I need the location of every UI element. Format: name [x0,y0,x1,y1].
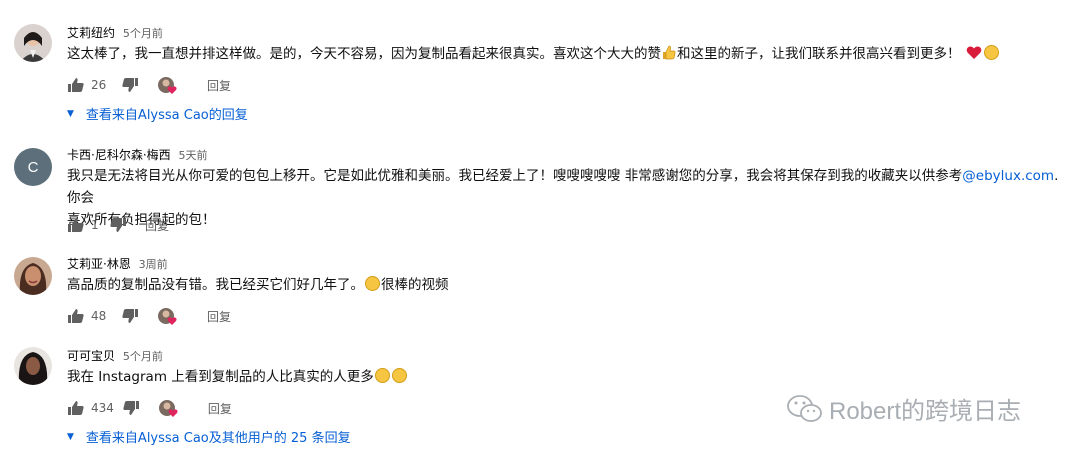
wechat-icon [787,394,822,422]
like-count: 48 [91,309,107,323]
heart-emoji-icon [966,45,982,60]
comment-toolbar: 1 回复 [67,215,169,235]
like-icon[interactable] [67,217,85,233]
watermark: Robert的跨境日志 [787,391,1021,426]
avatar[interactable]: C [14,148,52,186]
comment-text: 这太棒了，我一直想并排这样做。是的，今天不容易，因为复制品看起来很真实。喜欢这个… [67,43,1067,65]
laughing-emoji-icon [391,368,407,383]
comment-link[interactable]: @ebylux.com [962,168,1054,184]
dislike-icon[interactable] [121,77,139,93]
author-name[interactable]: 卡西·尼科尔森·梅西 [67,148,171,162]
comment-toolbar: 434 回复 [67,398,232,418]
avatar[interactable] [14,347,52,385]
comment-toolbar: 26 回复 [67,75,231,95]
reply-button[interactable]: 回复 [207,77,231,94]
comment-text-part: 我在 Instagram 上看到复制品的人比真实的人更多 [67,369,374,385]
author-name[interactable]: 可可宝贝 [67,349,115,363]
smile-emoji-icon [365,276,380,291]
like-count: 1 [91,218,99,232]
thumbs-up-emoji-icon [662,45,676,60]
like-icon[interactable] [67,77,85,93]
like-count: 26 [91,78,107,92]
caret-down-icon: ▼ [67,431,74,442]
comment-text-part: 很棒的视频 [381,277,449,293]
creator-heart-icon [157,76,177,94]
view-replies-button[interactable]: ▼ 查看来自Alyssa Cao的回复 [67,104,248,123]
avatar-letter: C [27,158,39,176]
comment-text-part: 我只是无法将目光从你可爱的包包上移开。它是如此优雅和美丽。我已经爱上了！嗖嗖嗖嗖… [67,168,963,184]
face-emoji-icon [983,45,999,60]
comment-text-part: 这太棒了，我一直想并排这样做。是的，今天不容易，因为复制品看起来很真实。喜欢这个… [67,46,661,62]
view-replies-label: 查看来自Alyssa Cao的回复 [85,108,248,123]
comment-text: 高品质的复制品没有错。我已经买它们好几年了。 很棒的视频 [67,274,1067,296]
reply-button[interactable]: 回复 [207,308,231,325]
avatar[interactable] [14,257,52,295]
dislike-icon[interactable] [121,308,139,324]
avatar[interactable] [14,24,52,62]
comment-time[interactable]: 5个月前 [123,350,163,363]
reply-button[interactable]: 回复 [145,217,169,234]
dislike-icon[interactable] [109,217,127,233]
like-count: 434 [91,401,114,415]
comment-time[interactable]: 3周前 [139,258,168,271]
watermark-text: Robert的跨境日志 [829,398,1022,425]
creator-heart-icon [157,307,177,325]
comment-text: 我在 Instagram 上看到复制品的人比真实的人更多 [67,366,1067,388]
author-name[interactable]: 艾莉纽约 [67,26,115,40]
comment-header: 艾莉亚·林恩 3周前 [67,255,168,272]
creator-heart-icon [158,399,178,417]
comment-header: 可可宝贝 5个月前 [67,347,163,364]
view-replies-label: 查看来自Alyssa Cao及其他用户的 25 条回复 [85,431,351,446]
comment-text-part: 高品质的复制品没有错。我已经买它们好几年了。 [67,277,364,293]
caret-down-icon: ▼ [67,108,74,119]
comment-time[interactable]: 5天前 [178,149,207,162]
comment-header: 卡西·尼科尔森·梅西 5天前 [67,146,207,163]
reply-button[interactable]: 回复 [208,400,232,417]
author-name[interactable]: 艾莉亚·林恩 [67,257,131,271]
view-replies-button[interactable]: ▼ 查看来自Alyssa Cao及其他用户的 25 条回复 [67,427,351,446]
comment-text: 我只是无法将目光从你可爱的包包上移开。它是如此优雅和美丽。我已经爱上了！嗖嗖嗖嗖… [67,165,1067,231]
comment-toolbar: 48 回复 [67,306,231,326]
comment-header: 艾莉纽约 5个月前 [67,24,163,41]
comment-time[interactable]: 5个月前 [123,27,163,40]
like-icon[interactable] [67,308,85,324]
dislike-icon[interactable] [122,400,140,416]
laughing-emoji-icon [374,368,390,383]
comment-text-part: 和这里的新子，让我们联系并很高兴看到更多！ [677,46,961,62]
like-icon[interactable] [67,400,85,416]
